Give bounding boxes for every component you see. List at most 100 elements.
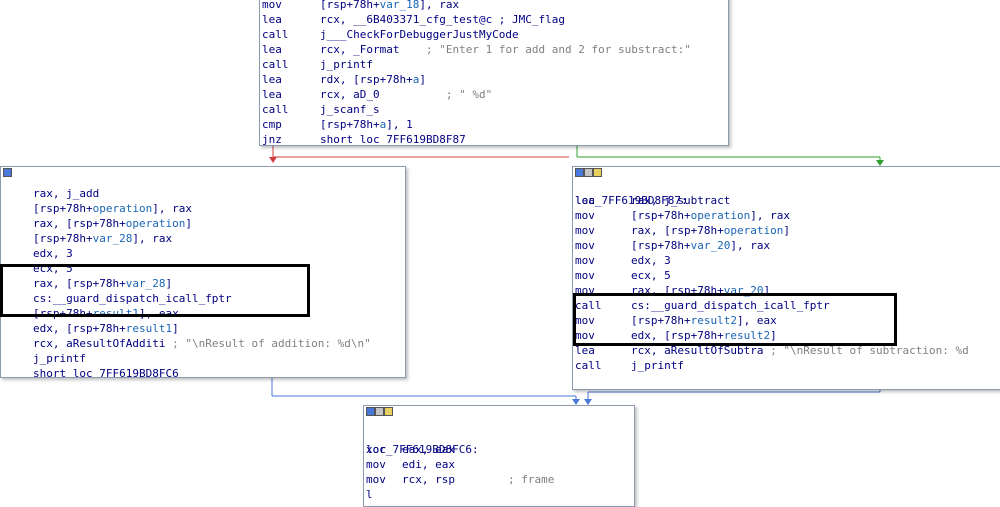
variable-ref[interactable]: operation bbox=[93, 202, 153, 215]
instruction-list: lea rax, j_subtract mov [rsp+78h+operation]… bbox=[573, 193, 1000, 373]
operands: eax, eax bbox=[402, 442, 455, 457]
instruction-line[interactable]: rax, [rsp+78h+operation] bbox=[1, 216, 405, 231]
operand-text: rax, [rsp+78h+ bbox=[33, 217, 126, 230]
operand-text: ] bbox=[172, 322, 179, 335]
instruction-line[interactable]: lea rdx, [rsp+78h+a] bbox=[260, 72, 728, 87]
instruction-line[interactable]: call j_printf bbox=[573, 358, 1000, 373]
code-block-bottom[interactable]: loc_7FF619BD8FC6: xor eax, eax mov edi, eax… bbox=[363, 405, 635, 507]
instruction-line[interactable]: mov edi, eax bbox=[364, 457, 634, 472]
instruction-line[interactable]: cs:__guard_dispatch_icall_fptr bbox=[1, 291, 405, 306]
instruction-line[interactable]: lea rcx, aResultOfSubtra ; "\nResult of s… bbox=[573, 343, 1000, 358]
instruction-line[interactable]: call j___CheckForDebuggerJustMyCode bbox=[260, 27, 728, 42]
instruction-line[interactable]: rcx, aResultOfAdditi ; "\nResult of addi… bbox=[1, 336, 405, 351]
instruction-line[interactable]: ecx, 5 bbox=[1, 261, 405, 276]
instruction-line[interactable]: lea rcx, aD_0 ; " %d" bbox=[260, 87, 728, 102]
instruction-line[interactable]: mov edx, 3 bbox=[573, 253, 1000, 268]
instruction-line[interactable]: xor eax, eax bbox=[364, 442, 634, 457]
variable-ref[interactable]: result2 bbox=[724, 329, 770, 342]
block-color-icon[interactable] bbox=[3, 168, 12, 177]
instruction-line[interactable]: mov ecx, 5 bbox=[573, 268, 1000, 283]
instruction-line[interactable]: cmp [rsp+78h+a], 1 bbox=[260, 117, 728, 132]
instruction-line[interactable]: lea rax, j_subtract bbox=[573, 193, 1000, 208]
mnemonic: call bbox=[575, 299, 602, 312]
instruction-line[interactable]: call j_printf bbox=[260, 57, 728, 72]
operand-text: ] bbox=[419, 73, 426, 86]
operands: rcx, aResultOfAdditi ; "\nResult of addi… bbox=[33, 336, 371, 351]
instruction-line[interactable]: call j_scanf_s bbox=[260, 102, 728, 117]
operand-text: ], eax bbox=[138, 307, 179, 320]
operand-text: [rsp+78h+ bbox=[631, 239, 691, 252]
code-block-right[interactable]: loc_7FF619BD8F87: lea rax, j_subtract mov [… bbox=[572, 166, 1000, 390]
instruction-line[interactable]: rax, j_add bbox=[1, 186, 405, 201]
variable-ref[interactable]: var_18 bbox=[380, 0, 420, 11]
operand-text: edi, eax bbox=[402, 458, 455, 471]
instruction-line[interactable]: lea rcx, __6B403371_cfg_test@c ; JMC_flag bbox=[260, 12, 728, 27]
group-icon[interactable] bbox=[375, 407, 384, 416]
mnemonic: mov bbox=[575, 329, 595, 342]
instruction-line[interactable]: edx, 3 bbox=[1, 246, 405, 261]
variable-ref[interactable]: var_28 bbox=[126, 277, 166, 290]
variable-ref[interactable]: result1 bbox=[126, 322, 172, 335]
variable-ref[interactable]: operation bbox=[724, 224, 784, 237]
instruction-line[interactable]: [rsp+78h+var_28], rax bbox=[1, 231, 405, 246]
instruction-line[interactable]: mov edx, [rsp+78h+result2] bbox=[573, 328, 1000, 343]
instruction-line[interactable]: short loc_7FF619BD8FC6 bbox=[1, 366, 405, 377]
instruction-line[interactable]: j_printf bbox=[1, 351, 405, 366]
instruction-line[interactable]: jnz short loc_7FF619BD8F87 bbox=[260, 132, 728, 146]
operands: j_printf bbox=[33, 351, 86, 366]
operand-text: [rsp+78h+ bbox=[33, 232, 93, 245]
instruction-line[interactable]: rax, [rsp+78h+var_28] bbox=[1, 276, 405, 291]
block-label: loc_7FF619BD8FC6: bbox=[366, 443, 479, 456]
code-block-top[interactable]: mov [rsp+78h+var_18], rax lea rcx, __6B4033… bbox=[259, 0, 729, 146]
instruction-line[interactable]: mov rcx, rsp ; frame bbox=[364, 472, 634, 487]
operands: [rsp+78h+var_28], rax bbox=[33, 231, 172, 246]
operand-text: j___CheckForDebuggerJustMyCode bbox=[320, 28, 519, 41]
operand-text: j_printf bbox=[631, 359, 684, 372]
operand-text: [rsp+78h+ bbox=[320, 118, 380, 131]
instruction-line[interactable]: lea rcx, _Format ; "Enter 1 for add and 2… bbox=[260, 42, 728, 57]
instruction-line[interactable]: mov [rsp+78h+var_20], rax bbox=[573, 238, 1000, 253]
operand-text: j_printf bbox=[320, 58, 373, 71]
variable-ref[interactable]: var_20 bbox=[691, 239, 731, 252]
group-icon[interactable] bbox=[584, 168, 593, 177]
operand-text: [rsp+78h+ bbox=[33, 202, 93, 215]
instruction-line[interactable]: [rsp+78h+result1], eax bbox=[1, 306, 405, 321]
operands: short loc_7FF619BD8FC6 bbox=[33, 366, 179, 377]
operands: rax, [rsp+78h+var_28] bbox=[33, 276, 172, 291]
operand-text: eax, eax bbox=[402, 443, 455, 456]
instruction-line[interactable]: mov [rsp+78h+result2], eax bbox=[573, 313, 1000, 328]
variable-ref[interactable]: operation bbox=[126, 217, 186, 230]
instruction-line[interactable]: mov rax, [rsp+78h+operation] bbox=[573, 223, 1000, 238]
variable-ref[interactable]: var_20 bbox=[724, 284, 764, 297]
operand-text: cs:__guard_dispatch_icall_fptr bbox=[33, 292, 232, 305]
variable-ref[interactable]: operation bbox=[691, 209, 751, 222]
block-color-icon[interactable] bbox=[575, 168, 584, 177]
operand-text: rax, j_add bbox=[33, 187, 100, 200]
edge-false-arrow bbox=[269, 157, 277, 163]
instruction-line[interactable]: edx, [rsp+78h+result1] bbox=[1, 321, 405, 336]
operands: rcx, rsp ; frame bbox=[402, 472, 554, 487]
operand-text: rax, j_subtract bbox=[631, 194, 731, 207]
instruction-line[interactable]: [rsp+78h+operation], rax bbox=[1, 201, 405, 216]
mnemonic: cmp bbox=[262, 118, 282, 131]
comment: ; "\nResult of subtraction: %d bbox=[770, 344, 969, 357]
code-block-left[interactable]: rax, j_add [rsp+78h+operation], rax rax, [… bbox=[0, 166, 406, 378]
instruction-line[interactable]: l bbox=[364, 487, 634, 502]
instruction-line[interactable]: mov [rsp+78h+operation], rax bbox=[573, 208, 1000, 223]
instruction-list: xor eax, eax mov edi, eax mov rcx, rsp ; fram… bbox=[364, 442, 634, 502]
variable-ref[interactable]: var_28 bbox=[93, 232, 133, 245]
operands: [rsp+78h+operation], rax bbox=[631, 208, 790, 223]
operand-text: short loc_7FF619BD8F87 bbox=[320, 133, 466, 146]
graph-icon[interactable] bbox=[593, 168, 602, 177]
instruction-line[interactable]: call cs:__guard_dispatch_icall_fptr bbox=[573, 298, 1000, 313]
block-color-icon[interactable] bbox=[366, 407, 375, 416]
instruction-line[interactable]: mov rax, [rsp+78h+var_20] bbox=[573, 283, 1000, 298]
operand-text: rax, [rsp+78h+ bbox=[631, 224, 724, 237]
graph-icon[interactable] bbox=[384, 407, 393, 416]
instruction-line[interactable]: mov [rsp+78h+var_18], rax bbox=[260, 0, 728, 12]
operands: edx, 3 bbox=[631, 253, 671, 268]
operands: ecx, 5 bbox=[631, 268, 671, 283]
variable-ref[interactable]: result1 bbox=[93, 307, 139, 320]
operands: rax, [rsp+78h+var_20] bbox=[631, 283, 770, 298]
variable-ref[interactable]: result2 bbox=[691, 314, 737, 327]
